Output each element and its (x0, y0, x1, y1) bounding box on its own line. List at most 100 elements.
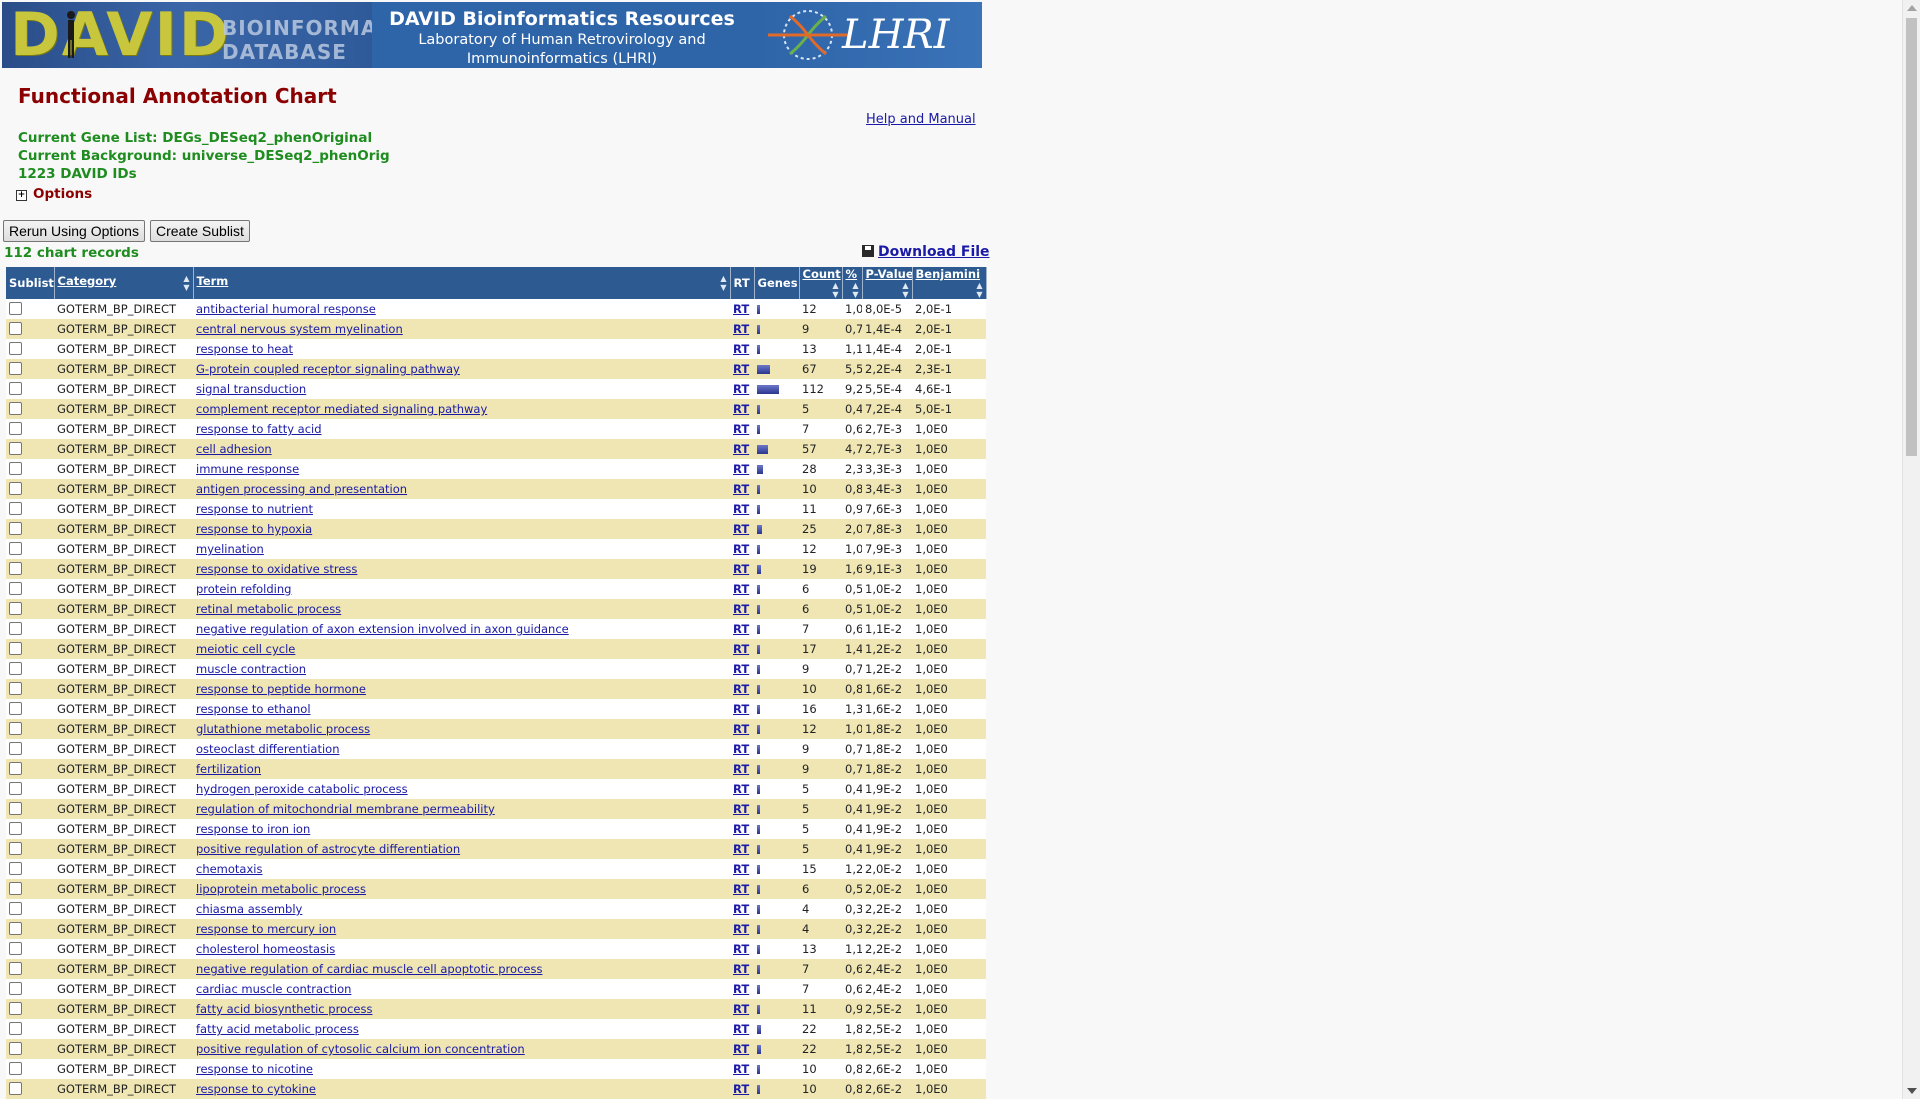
rt-link[interactable]: RT (733, 942, 749, 956)
rt-link[interactable]: RT (733, 442, 749, 456)
term-link[interactable]: fertilization (196, 762, 261, 776)
sublist-checkbox[interactable] (9, 321, 22, 335)
rt-link[interactable]: RT (733, 1022, 749, 1036)
sublist-checkbox[interactable] (9, 481, 22, 495)
term-link[interactable]: response to hypoxia (196, 522, 312, 536)
sublist-checkbox[interactable] (9, 1081, 22, 1095)
rt-link[interactable]: RT (733, 662, 749, 676)
genes-bar[interactable] (757, 785, 760, 794)
sublist-checkbox[interactable] (9, 1061, 22, 1075)
col-percent[interactable]: % ▲ ▼ (842, 267, 863, 299)
sublist-checkbox[interactable] (9, 1021, 22, 1035)
genes-bar[interactable] (757, 445, 768, 454)
term-link[interactable]: G-protein coupled receptor signaling pat… (196, 362, 460, 376)
sublist-checkbox[interactable] (9, 941, 22, 955)
rt-link[interactable]: RT (733, 962, 749, 976)
sublist-checkbox[interactable] (9, 301, 22, 315)
rt-link[interactable]: RT (733, 642, 749, 656)
term-link[interactable]: antibacterial humoral response (196, 302, 376, 316)
sublist-checkbox[interactable] (9, 641, 22, 655)
genes-bar[interactable] (757, 705, 760, 714)
rt-link[interactable]: RT (733, 602, 749, 616)
genes-bar[interactable] (757, 345, 760, 354)
genes-bar[interactable] (757, 1085, 760, 1094)
genes-bar[interactable] (757, 605, 760, 614)
genes-bar[interactable] (757, 305, 760, 314)
sublist-checkbox[interactable] (9, 821, 22, 835)
term-link[interactable]: retinal metabolic process (196, 602, 341, 616)
rt-link[interactable]: RT (733, 522, 749, 536)
term-link[interactable]: positive regulation of astrocyte differe… (196, 842, 460, 856)
genes-bar[interactable] (757, 845, 760, 854)
col-category-label[interactable]: Category (58, 274, 117, 288)
sublist-checkbox[interactable] (9, 981, 22, 995)
term-link[interactable]: chiasma assembly (196, 902, 302, 916)
rt-link[interactable]: RT (733, 702, 749, 716)
genes-bar[interactable] (757, 485, 760, 494)
genes-bar[interactable] (757, 585, 760, 594)
rt-link[interactable]: RT (733, 302, 749, 316)
rt-link[interactable]: RT (733, 562, 749, 576)
term-link[interactable]: response to heat (196, 342, 293, 356)
genes-bar[interactable] (757, 825, 760, 834)
scroll-up-arrow-icon[interactable] (1907, 5, 1917, 11)
sublist-checkbox[interactable] (9, 881, 22, 895)
term-link[interactable]: response to mercury ion (196, 922, 336, 936)
sublist-checkbox[interactable] (9, 701, 22, 715)
sort-icon[interactable]: ▲ ▼ (976, 281, 982, 299)
rt-link[interactable]: RT (733, 582, 749, 596)
rt-link[interactable]: RT (733, 622, 749, 636)
rt-link[interactable]: RT (733, 882, 749, 896)
genes-bar[interactable] (757, 925, 760, 934)
scrollbar-thumb[interactable] (1906, 18, 1917, 456)
sublist-checkbox[interactable] (9, 861, 22, 875)
create-sublist-button[interactable]: Create Sublist (150, 220, 250, 242)
rt-link[interactable]: RT (733, 482, 749, 496)
sublist-checkbox[interactable] (9, 601, 22, 615)
genes-bar[interactable] (757, 945, 760, 954)
sublist-checkbox[interactable] (9, 1001, 22, 1015)
term-link[interactable]: osteoclast differentiation (196, 742, 339, 756)
sublist-checkbox[interactable] (9, 541, 22, 555)
col-benjamini[interactable]: Benjamini ▲ ▼ (912, 267, 987, 299)
col-term[interactable]: Term ▲ ▼ (193, 267, 731, 299)
rt-link[interactable]: RT (733, 762, 749, 776)
genes-bar[interactable] (757, 625, 760, 634)
term-link[interactable]: central nervous system myelination (196, 322, 403, 336)
rt-link[interactable]: RT (733, 1082, 749, 1096)
rt-link[interactable]: RT (733, 982, 749, 996)
sort-icon[interactable]: ▲ ▼ (183, 274, 189, 292)
col-count-label[interactable]: Count (803, 267, 841, 281)
term-link[interactable]: muscle contraction (196, 662, 306, 676)
sublist-checkbox[interactable] (9, 841, 22, 855)
term-link[interactable]: response to cytokine (196, 1082, 316, 1096)
sublist-checkbox[interactable] (9, 721, 22, 735)
rt-link[interactable]: RT (733, 842, 749, 856)
col-category[interactable]: Category ▲ ▼ (54, 267, 194, 299)
genes-bar[interactable] (757, 665, 760, 674)
sublist-checkbox[interactable] (9, 561, 22, 575)
term-link[interactable]: cardiac muscle contraction (196, 982, 351, 996)
term-link[interactable]: glutathione metabolic process (196, 722, 370, 736)
rt-link[interactable]: RT (733, 502, 749, 516)
genes-bar[interactable] (757, 985, 760, 994)
genes-bar[interactable] (757, 905, 760, 914)
rt-link[interactable]: RT (733, 682, 749, 696)
rt-link[interactable]: RT (733, 1062, 749, 1076)
sublist-checkbox[interactable] (9, 461, 22, 475)
col-term-label[interactable]: Term (197, 274, 229, 288)
rt-link[interactable]: RT (733, 542, 749, 556)
term-link[interactable]: cholesterol homeostasis (196, 942, 335, 956)
genes-bar[interactable] (757, 545, 760, 554)
sublist-checkbox[interactable] (9, 361, 22, 375)
term-link[interactable]: response to ethanol (196, 702, 311, 716)
rt-link[interactable]: RT (733, 342, 749, 356)
term-link[interactable]: meiotic cell cycle (196, 642, 295, 656)
term-link[interactable]: complement receptor mediated signaling p… (196, 402, 487, 416)
genes-bar[interactable] (757, 425, 760, 434)
rt-link[interactable]: RT (733, 902, 749, 916)
download-file[interactable]: Download File (862, 244, 990, 260)
term-link[interactable]: response to nutrient (196, 502, 313, 516)
rerun-using-options-button[interactable]: Rerun Using Options (3, 220, 145, 242)
term-link[interactable]: positive regulation of cytosolic calcium… (196, 1042, 525, 1056)
